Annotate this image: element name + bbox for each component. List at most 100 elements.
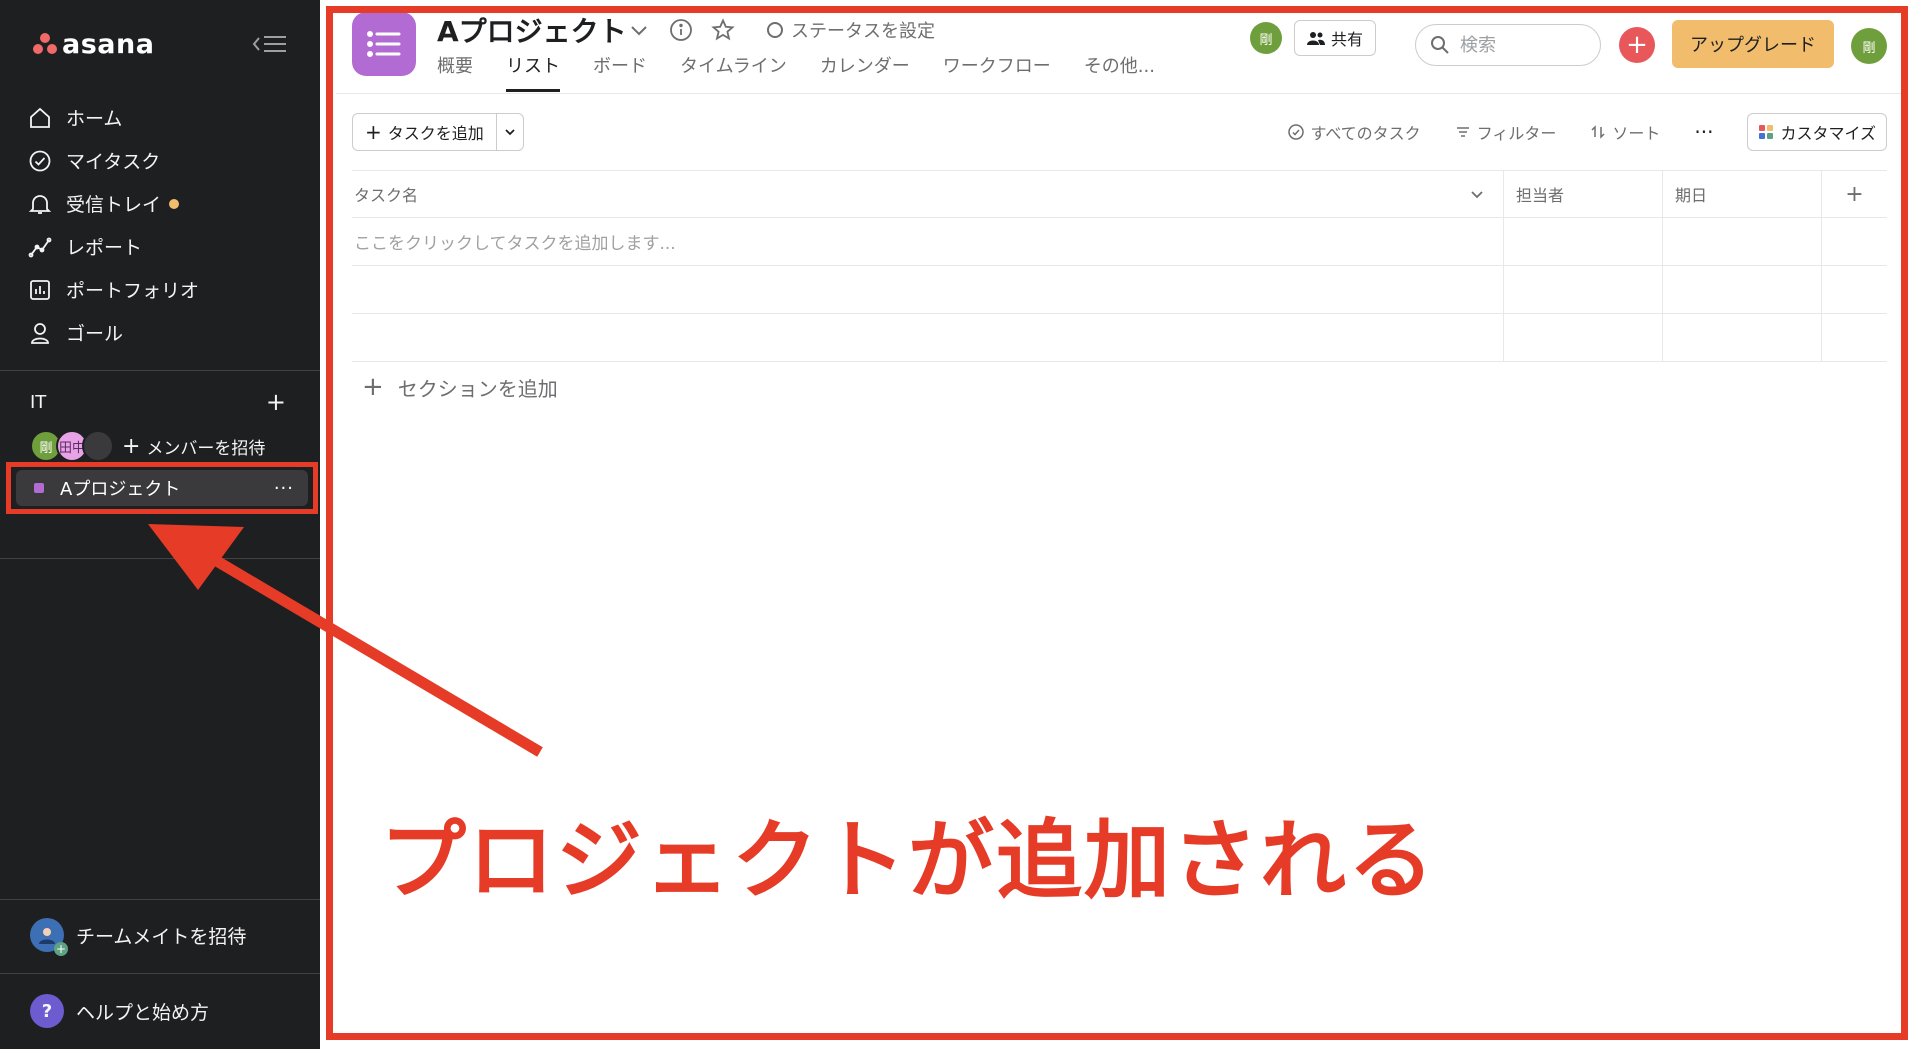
team-name[interactable]: IT bbox=[30, 392, 46, 413]
sort-button[interactable]: ソート bbox=[1590, 120, 1660, 144]
invite-members-button[interactable]: + メンバーを招待 bbox=[122, 434, 265, 459]
tab-calendar[interactable]: カレンダー bbox=[820, 52, 910, 92]
sidebar-divider bbox=[0, 370, 320, 371]
project-list-icon bbox=[352, 12, 416, 76]
create-button[interactable]: + bbox=[1619, 27, 1655, 63]
task-name-cell[interactable] bbox=[352, 266, 1504, 313]
task-name-cell[interactable] bbox=[352, 314, 1504, 361]
tab-timeline[interactable]: タイムライン bbox=[680, 52, 787, 92]
help-button[interactable]: ? ヘルプと始め方 bbox=[30, 994, 209, 1028]
add-column-icon[interactable]: + bbox=[1822, 171, 1887, 217]
invite-members-label: メンバーを招待 bbox=[146, 438, 266, 459]
share-button[interactable]: 共有 bbox=[1294, 20, 1377, 56]
due-date-cell[interactable] bbox=[1663, 266, 1822, 313]
avatar[interactable]: 剛 bbox=[1250, 22, 1282, 54]
check-circle-icon bbox=[29, 150, 51, 171]
nav-label: レポート bbox=[66, 237, 143, 259]
tab-workflow[interactable]: ワークフロー bbox=[943, 52, 1051, 92]
table-row[interactable] bbox=[352, 266, 1887, 314]
nav-item-reports[interactable]: レポート bbox=[28, 225, 298, 268]
nav-label: 受信トレイ bbox=[66, 194, 162, 216]
team-header: IT + bbox=[30, 390, 286, 414]
asana-logo-icon bbox=[32, 33, 58, 55]
bell-icon bbox=[28, 194, 52, 214]
customize-label: カスタマイズ bbox=[1780, 124, 1876, 143]
header-divider bbox=[336, 93, 1902, 94]
home-icon bbox=[30, 107, 50, 128]
table-row[interactable] bbox=[352, 314, 1887, 362]
tab-board[interactable]: ボード bbox=[593, 52, 647, 92]
tab-overview[interactable]: 概要 bbox=[437, 52, 473, 92]
filter-button[interactable]: フィルター bbox=[1455, 120, 1557, 144]
annotation-text: プロジェクトが追加される bbox=[380, 811, 1436, 911]
plus-icon: + bbox=[1626, 30, 1648, 60]
filter-icon bbox=[1456, 127, 1469, 137]
all-tasks-filter[interactable]: すべてのタスク bbox=[1288, 120, 1421, 144]
add-task-dropdown[interactable] bbox=[497, 114, 523, 150]
avatar[interactable] bbox=[82, 430, 114, 462]
highlight-box-project bbox=[6, 462, 318, 514]
set-status-button[interactable]: ステータスを設定 bbox=[767, 17, 935, 43]
sort-icon bbox=[1591, 125, 1605, 139]
nav-item-portfolios[interactable]: ポートフォリオ bbox=[28, 268, 298, 311]
column-header-assignee[interactable]: 担当者 bbox=[1504, 171, 1663, 217]
due-date-cell[interactable] bbox=[1663, 314, 1822, 361]
add-team-item-icon[interactable]: + bbox=[266, 390, 286, 414]
nav-item-home[interactable]: ホーム bbox=[28, 96, 298, 139]
team-members: 剛 田中 + メンバーを招待 bbox=[30, 430, 265, 462]
nav-item-my-tasks[interactable]: マイタスク bbox=[28, 139, 298, 182]
chevron-down-icon bbox=[505, 129, 515, 136]
sort-label: ソート bbox=[1612, 124, 1661, 143]
nav-item-inbox[interactable]: 受信トレイ bbox=[28, 182, 298, 225]
chevron-down-icon[interactable] bbox=[1469, 186, 1485, 202]
assignee-cell[interactable] bbox=[1504, 266, 1663, 313]
upgrade-button[interactable]: アップグレード bbox=[1672, 20, 1834, 68]
title-actions: ステータスを設定 bbox=[627, 17, 935, 43]
search-icon bbox=[1431, 36, 1449, 54]
invite-teammate-button[interactable]: チームメイトを招待 bbox=[30, 918, 246, 956]
all-tasks-label: すべてのタスク bbox=[1310, 124, 1421, 143]
check-circle-icon bbox=[1288, 124, 1305, 140]
user-avatar[interactable]: 剛 bbox=[1851, 28, 1887, 64]
add-task-button-group: + タスクを追加 bbox=[352, 113, 524, 151]
goal-icon bbox=[31, 322, 49, 344]
search-box[interactable] bbox=[1415, 24, 1601, 66]
asana-logo[interactable]: asana bbox=[32, 28, 154, 60]
customize-button[interactable]: カスタマイズ bbox=[1747, 113, 1887, 151]
nav-label: ゴール bbox=[66, 323, 124, 345]
add-section-button[interactable]: + セクションを追加 bbox=[362, 372, 558, 402]
table-header-row: タスク名 担当者 期日 + bbox=[352, 170, 1887, 218]
star-icon[interactable] bbox=[711, 18, 735, 42]
assignee-cell[interactable] bbox=[1504, 314, 1663, 361]
collapse-sidebar-icon[interactable] bbox=[252, 32, 288, 56]
people-icon bbox=[1307, 32, 1325, 45]
task-table: タスク名 担当者 期日 + ここをクリックしてタスクを追加します... bbox=[352, 170, 1887, 362]
due-date-cell[interactable] bbox=[1663, 218, 1822, 265]
teammate-avatar-icon bbox=[30, 918, 68, 956]
unread-badge bbox=[169, 198, 180, 209]
filter-label: フィルター bbox=[1476, 124, 1557, 143]
sidebar: asana ホーム マイタスク 受信トレイ レポート ポートフォリオ ゴール I… bbox=[0, 0, 320, 1049]
nav-label: マイタスク bbox=[66, 151, 161, 173]
sidebar-divider bbox=[0, 899, 320, 900]
nav-item-goals[interactable]: ゴール bbox=[28, 311, 298, 354]
tab-list[interactable]: リスト bbox=[506, 52, 560, 92]
plus-icon: + bbox=[365, 120, 382, 144]
table-row[interactable]: ここをクリックしてタスクを追加します... bbox=[352, 218, 1887, 266]
tab-more[interactable]: その他... bbox=[1084, 52, 1155, 92]
search-input[interactable] bbox=[1460, 34, 1580, 56]
column-header-due-date[interactable]: 期日 bbox=[1663, 171, 1822, 217]
assignee-cell[interactable] bbox=[1504, 218, 1663, 265]
empty-cell bbox=[1822, 314, 1887, 361]
logo-text: asana bbox=[62, 28, 155, 60]
add-task-button[interactable]: + タスクを追加 bbox=[353, 114, 497, 150]
more-options-icon[interactable]: ··· bbox=[1694, 120, 1713, 144]
status-circle-icon bbox=[767, 22, 783, 38]
info-icon[interactable] bbox=[669, 18, 693, 42]
help-label: ヘルプと始め方 bbox=[76, 1001, 210, 1024]
chevron-down-icon[interactable] bbox=[627, 18, 651, 42]
sidebar-divider bbox=[0, 973, 320, 974]
column-header-task-name[interactable]: タスク名 bbox=[352, 171, 1504, 217]
task-name-placeholder[interactable]: ここをクリックしてタスクを追加します... bbox=[352, 218, 1504, 265]
project-tabs: 概要 リスト ボード タイムライン カレンダー ワークフロー その他... bbox=[437, 52, 1155, 92]
